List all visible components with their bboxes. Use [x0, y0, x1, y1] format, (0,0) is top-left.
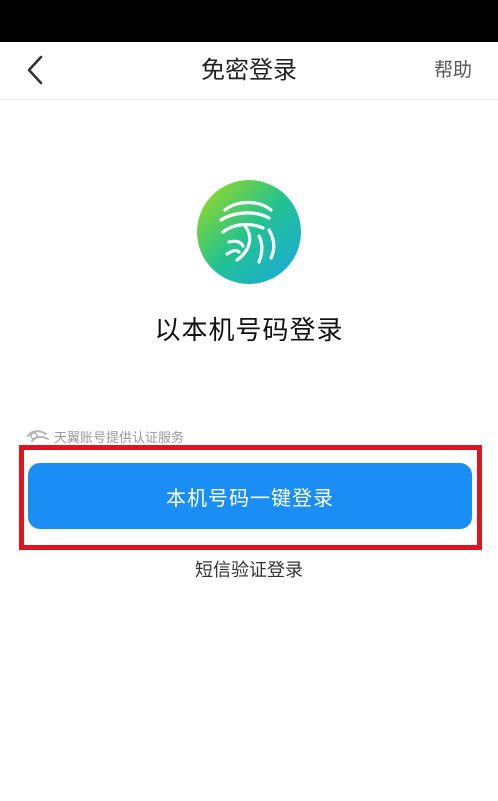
page-title: 免密登录 — [201, 56, 297, 84]
service-note-text: 天翼账号提供认证服务 — [54, 430, 185, 446]
navigation-bar: 免密登录 帮助 — [0, 42, 498, 100]
status-bar — [0, 0, 498, 42]
back-button[interactable] — [18, 52, 52, 88]
login-heading: 以本机号码登录 — [154, 316, 344, 346]
tianyi-fingerprint-logo-icon — [197, 180, 301, 284]
tianyi-small-logo-icon — [27, 430, 49, 442]
sms-login-container: 短信验证登录 — [0, 556, 498, 582]
service-provider-note: 天翼账号提供认证服务 — [26, 426, 184, 446]
help-link[interactable]: 帮助 — [434, 42, 472, 99]
sms-login-link[interactable]: 短信验证登录 — [195, 560, 303, 581]
chevron-left-icon — [27, 55, 43, 85]
one-click-login-button[interactable]: 本机号码一键登录 — [28, 463, 472, 529]
